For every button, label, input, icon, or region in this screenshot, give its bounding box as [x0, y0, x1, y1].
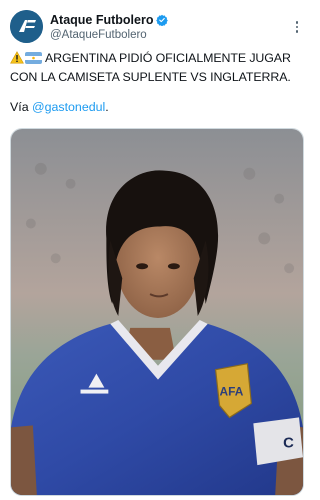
display-name[interactable]: Ataque Futbolero	[50, 13, 153, 27]
via-suffix: .	[105, 100, 109, 114]
tweet-text-line1: ARGENTINA PIDIÓ OFICIALMENTE JUGAR	[45, 51, 291, 65]
avatar[interactable]	[10, 10, 43, 43]
warning-icon	[10, 51, 24, 64]
tweet-text: ARGENTINA PIDIÓ OFICIALMENTE JUGAR CON L…	[10, 49, 308, 87]
via-line: Vía @gastonedul.	[10, 98, 109, 117]
tweet-photo[interactable]: C AFA	[10, 128, 304, 496]
account-handle[interactable]: @AtaqueFutbolero	[50, 29, 147, 41]
crest-text: AFA	[220, 385, 244, 399]
tweet-header: Ataque Futbolero @AtaqueFutbolero	[10, 10, 304, 44]
verified-badge-icon	[156, 14, 169, 26]
player-photo: C AFA	[11, 129, 303, 495]
tweet-line-1: ARGENTINA PIDIÓ OFICIALMENTE JUGAR	[10, 49, 308, 68]
via-prefix: Vía	[10, 100, 33, 114]
argentina-flag-icon	[25, 52, 42, 64]
mention-link[interactable]: @gastonedul	[32, 100, 105, 114]
af-logo-icon	[10, 10, 43, 43]
name-row: Ataque Futbolero	[50, 12, 169, 28]
captain-armband-letter: C	[283, 435, 294, 451]
tweet-text-line2: CON LA CAMISETA SUPLENTE VS INGLATERRA.	[10, 70, 291, 84]
more-options-icon[interactable]	[290, 18, 304, 36]
